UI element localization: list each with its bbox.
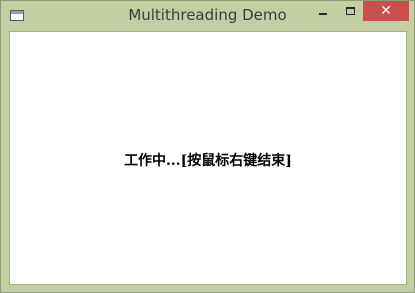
client-area[interactable]: 工作中...[按鼠标右键结束] bbox=[9, 31, 407, 285]
maximize-icon bbox=[345, 7, 355, 15]
window-app-icon[interactable] bbox=[10, 10, 24, 21]
close-button[interactable]: ✕ bbox=[363, 1, 409, 21]
minimize-button[interactable] bbox=[309, 1, 337, 21]
minimize-icon bbox=[319, 13, 327, 15]
title-bar[interactable]: Multithreading Demo ✕ bbox=[1, 1, 414, 31]
status-message: 工作中...[按鼠标右键结束] bbox=[124, 153, 292, 169]
maximize-button[interactable] bbox=[337, 1, 363, 21]
close-icon: ✕ bbox=[380, 3, 392, 19]
app-window: Multithreading Demo ✕ 工作中...[按鼠标右键结束] bbox=[0, 0, 415, 293]
